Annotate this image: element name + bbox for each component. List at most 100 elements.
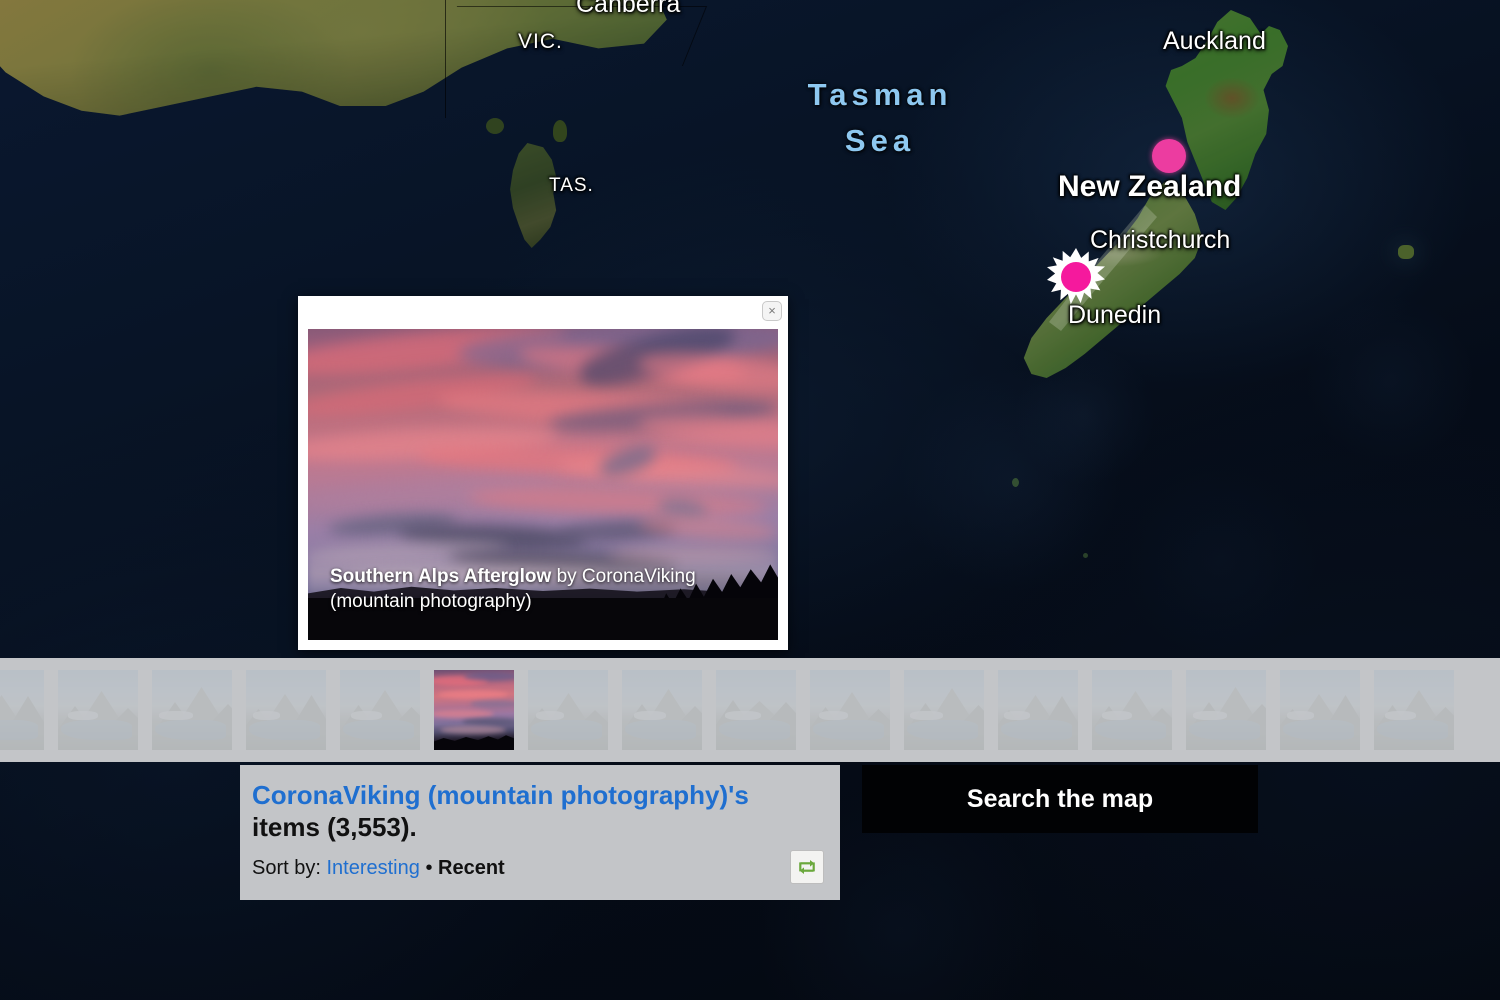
refresh-cycle-icon[interactable] <box>790 850 824 884</box>
thumbnail-item[interactable] <box>340 670 420 750</box>
thumbnail-item[interactable] <box>58 670 138 750</box>
map-label-christchurch: Christchurch <box>1090 226 1231 254</box>
thumbnail-selected[interactable] <box>434 670 514 750</box>
thumbnail-image <box>810 670 890 750</box>
thumbnail-peak <box>1188 702 1230 732</box>
australia-shading <box>0 0 667 116</box>
popup-photo-image[interactable]: Southern Alps Afterglow by CoronaViking … <box>308 329 778 640</box>
owner-info-heading: CoronaViking (mountain photography)'s it… <box>252 779 822 843</box>
thumbnail-water <box>907 719 978 741</box>
thumbnail-water <box>1095 719 1166 741</box>
map-label-tasmania: TAS. <box>549 175 594 196</box>
australia-landmass <box>0 0 667 116</box>
map-label-victoria: VIC. <box>518 30 563 53</box>
small-islet <box>1012 478 1019 487</box>
thumbnail-image <box>0 670 44 750</box>
thumbnail-image <box>1092 670 1172 750</box>
thumbnail-image <box>904 670 984 750</box>
thumbnail-peak <box>265 694 305 724</box>
thumbnail-peak <box>855 709 890 732</box>
owner-profile-link[interactable]: CoronaViking (mountain photography)'s <box>252 780 749 810</box>
thumbnail-peak <box>548 693 589 724</box>
photo-cluster-marker[interactable] <box>1152 139 1186 173</box>
thumbnail-peak <box>528 708 560 732</box>
photo-popup: × Southern Alps Afterglow by CoronaVikin… <box>298 296 788 650</box>
thumbnail-landscape-art <box>1280 670 1360 750</box>
thumbnail-cloud <box>462 718 514 726</box>
thumbnail-peak <box>202 704 232 732</box>
thumbnail-landscape-art <box>716 670 796 750</box>
thumbnail-sunset-art <box>434 670 514 750</box>
thumbnail-peak <box>572 710 608 732</box>
thumbnail-peak <box>831 692 873 724</box>
map-photo-browser: Canberra VIC. TAS. Tasman Sea Auckland N… <box>0 0 1500 1000</box>
thumbnail-item[interactable] <box>1374 670 1454 750</box>
thumbnail-peak <box>1016 695 1055 724</box>
thumbnail-item[interactable] <box>904 670 984 750</box>
thumbnail-peak <box>953 705 984 732</box>
owner-info-panel: CoronaViking (mountain photography)'s it… <box>240 765 840 900</box>
thumbnail-image <box>340 670 420 750</box>
thumbnail-image <box>152 670 232 750</box>
chatham-islet <box>1398 245 1414 259</box>
thumbnail-item[interactable] <box>246 670 326 750</box>
thumbnail-item[interactable] <box>528 670 608 750</box>
thumbnail-item[interactable] <box>622 670 702 750</box>
thumbnail-peak <box>1236 704 1266 732</box>
thumbnail-peak <box>1280 709 1310 732</box>
thumbnail-item[interactable] <box>1092 670 1172 750</box>
thumbnail-image <box>1186 670 1266 750</box>
thumbnail-snow <box>159 711 193 720</box>
thumbnail-water <box>1283 719 1354 741</box>
thumbnail-peak <box>387 707 420 732</box>
thumbnail-item[interactable] <box>0 670 44 750</box>
close-icon[interactable]: × <box>762 301 782 321</box>
map-label-canberra: Canberra <box>576 0 681 18</box>
thumbnail-item[interactable] <box>998 670 1078 750</box>
thumbnail-peak <box>289 695 326 732</box>
sort-option-interesting[interactable]: Interesting <box>326 857 419 879</box>
flinders-island-islet <box>553 120 567 142</box>
thumbnail-peak <box>0 695 21 724</box>
thumbnail-item[interactable] <box>1280 670 1360 750</box>
thumbnail-water <box>0 719 38 741</box>
thumbnail-peak <box>340 705 378 732</box>
thumbnail-cloud <box>434 710 494 718</box>
thumbnail-peak <box>246 709 276 732</box>
tasman-sea-line-2: Sea <box>844 123 916 158</box>
marker-starburst-icon <box>1047 248 1105 305</box>
thumbnail-peak <box>1138 708 1172 732</box>
thumbnail-peak <box>759 702 796 732</box>
thumbnail-landscape-art <box>810 670 890 750</box>
thumbnail-item[interactable] <box>810 670 890 750</box>
selected-photo-marker[interactable] <box>1047 248 1105 306</box>
thumbnail-water <box>61 719 132 741</box>
thumbnail-landscape-art <box>528 670 608 750</box>
thumbnail-snow <box>634 711 666 720</box>
thumbnail-item[interactable] <box>152 670 232 750</box>
thumbnail-water <box>1377 719 1448 741</box>
thumbnail-peak <box>905 703 946 732</box>
thumbnail-snow <box>351 711 382 720</box>
thumbnail-item[interactable] <box>1186 670 1266 750</box>
thumbnail-cloud <box>438 690 508 699</box>
thumbnail-peak <box>1212 687 1259 724</box>
thumbnail-image <box>716 670 796 750</box>
southern-alps-ridge <box>1049 205 1157 331</box>
thumbnail-water <box>719 719 790 741</box>
new-zealand-south-island <box>1023 182 1203 378</box>
thumbnail-peak <box>998 710 1026 732</box>
thumbnail-peak <box>58 706 94 732</box>
thumbnail-ridge <box>434 735 514 750</box>
map-label-new-zealand: New Zealand <box>1058 170 1242 203</box>
king-island-islet <box>486 118 504 134</box>
sort-option-recent[interactable]: Recent <box>438 857 505 879</box>
thumbnail-peak <box>6 696 44 732</box>
thumbnail-filmstrip[interactable] <box>0 658 1500 762</box>
thumbnail-item[interactable] <box>716 670 796 750</box>
search-the-map-button[interactable]: Search the map <box>862 765 1258 833</box>
thumbnail-landscape-art <box>1186 670 1266 750</box>
thumbnail-peak <box>735 701 784 724</box>
thumbnail-image <box>58 670 138 750</box>
sort-by-label: Sort by: <box>252 857 321 879</box>
